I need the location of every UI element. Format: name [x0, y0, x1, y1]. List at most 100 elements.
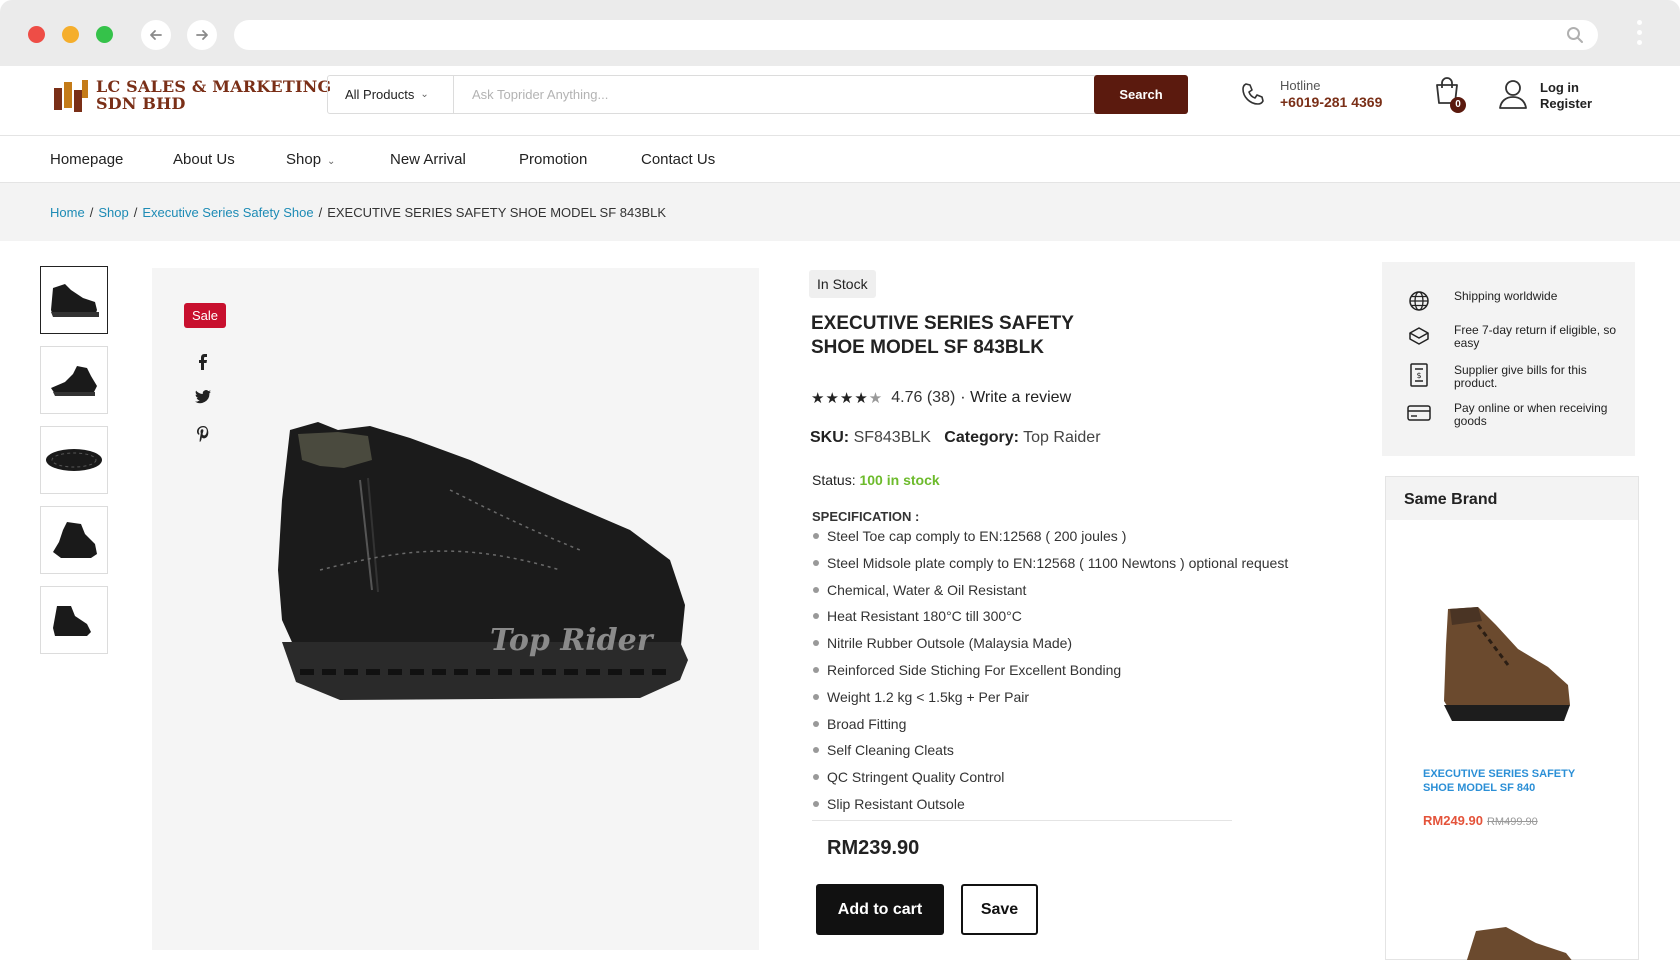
feature-payment: Pay online or when receiving goods: [1406, 402, 1624, 428]
category-value[interactable]: Top Raider: [1023, 429, 1100, 446]
browser-menu-icon[interactable]: [1637, 20, 1643, 50]
product-image-stage[interactable]: Sale Top Rider: [152, 268, 759, 950]
nav-shop-label: Shop: [286, 151, 322, 168]
spec-item: Steel Toe cap comply to EN:12568 ( 200 j…: [812, 526, 1288, 553]
price-divider: [812, 820, 1232, 821]
spec-item: Chemical, Water & Oil Resistant: [812, 580, 1288, 607]
spec-item: Steel Midsole plate comply to EN:12568 (…: [812, 553, 1288, 580]
product-rating: ★★★★★ 4.76 (38) · Write a review: [811, 389, 1071, 407]
related-product-name[interactable]: EXECUTIVE SERIES SAFETY SHOE MODEL SF 84…: [1423, 767, 1603, 795]
maximize-window-button[interactable]: [96, 26, 113, 43]
nav-promotion[interactable]: Promotion: [519, 151, 587, 168]
register-link[interactable]: Register: [1540, 96, 1592, 112]
category-select[interactable]: All Products ⌄: [328, 76, 454, 113]
related-product-price: RM249.90 RM499.90: [1423, 813, 1538, 828]
account-links: Log in Register: [1540, 80, 1592, 112]
add-to-cart-button[interactable]: Add to cart: [816, 884, 944, 935]
company-logo-icon: [54, 80, 88, 112]
return-box-icon: [1406, 324, 1432, 346]
specification-heading: SPECIFICATION :: [812, 509, 920, 524]
breadcrumb-home[interactable]: Home: [50, 205, 85, 220]
related-product-image[interactable]: [1438, 605, 1578, 725]
spec-item: Reinforced Side Stiching For Excellent B…: [812, 660, 1288, 687]
top-rider-watermark: Top Rider: [490, 623, 655, 658]
nav-new-arrival[interactable]: New Arrival: [390, 151, 466, 168]
twitter-icon[interactable]: [194, 390, 212, 409]
phone-icon: [1242, 83, 1264, 105]
address-bar[interactable]: [234, 20, 1598, 50]
same-brand-heading: Same Brand: [1386, 477, 1638, 520]
product-thumbnail[interactable]: [40, 426, 108, 494]
breadcrumb-bar: Home / Shop / Executive Series Safety Shoe / E…: [0, 183, 1680, 241]
feature-bill: $ Supplier give bills for this product.: [1406, 363, 1624, 390]
product-thumbnail[interactable]: [40, 506, 108, 574]
nav-contact-us[interactable]: Contact Us: [641, 151, 715, 168]
browser-window: LC SALES & MARKETING SDN BHD All Product…: [0, 0, 1680, 960]
related-product-image[interactable]: [1456, 923, 1576, 960]
search-bar: All Products ⌄ Search: [327, 75, 1188, 114]
boot-front-thumbnail-image: [53, 522, 97, 558]
stock-status: Status: 100 in stock: [812, 472, 940, 488]
minimize-window-button[interactable]: [62, 26, 79, 43]
specification-list: Steel Toe cap comply to EN:12568 ( 200 j…: [812, 526, 1288, 821]
cart-count-badge: 0: [1450, 97, 1466, 113]
search-icon: [1567, 27, 1583, 43]
logo-line2: SDN BHD: [96, 94, 186, 113]
rating-stars-icon: ★★★★★: [811, 390, 884, 407]
related-product-current-price: RM249.90: [1423, 813, 1483, 828]
boot-angle-thumbnail-image: [51, 366, 97, 396]
boot-side-thumbnail-image: [51, 284, 99, 317]
feature-return: Free 7-day return if eligible, so easy: [1406, 324, 1624, 350]
sku-label: SKU:: [810, 429, 850, 446]
svg-text:$: $: [1416, 371, 1421, 380]
main-navigation: Homepage About Us Shop ⌄ New Arrival Prom…: [0, 137, 1680, 183]
same-brand-panel: Same Brand EXECUTIVE SERIES SAFETY SHOE …: [1385, 476, 1639, 960]
back-button[interactable]: [141, 20, 171, 50]
close-window-button[interactable]: [28, 26, 45, 43]
rating-value: 4.76 (38): [891, 389, 956, 406]
cart-button[interactable]: 0: [1433, 76, 1466, 113]
breadcrumb-shop[interactable]: Shop: [98, 205, 128, 220]
write-review-link[interactable]: · Write a review: [960, 389, 1071, 407]
bill-icon: $: [1406, 363, 1432, 387]
product-thumbnail[interactable]: [40, 266, 108, 334]
facebook-icon[interactable]: [194, 354, 212, 375]
sku-category-row: SKU: SF843BLK Category: Top Raider: [810, 429, 1101, 447]
credit-card-icon: [1406, 402, 1432, 424]
globe-icon: [1406, 290, 1432, 312]
sku-value: SF843BLK: [853, 429, 931, 446]
search-button[interactable]: Search: [1094, 75, 1188, 114]
nav-homepage[interactable]: Homepage: [50, 151, 123, 168]
login-link[interactable]: Log in: [1540, 80, 1592, 96]
boot-back-thumbnail-image: [53, 606, 91, 636]
hotline-number[interactable]: +6019-281 4369: [1280, 94, 1382, 110]
feature-text: Shipping worldwide: [1454, 289, 1558, 303]
hotline-label: Hotline: [1280, 78, 1321, 93]
in-stock-badge: In Stock: [809, 270, 876, 298]
spec-item: Weight 1.2 kg < 1.5kg + Per Pair: [812, 687, 1288, 714]
save-button[interactable]: Save: [961, 884, 1038, 935]
logo-line1: LC SALES & MARKETING: [96, 77, 332, 96]
sale-badge: Sale: [184, 303, 227, 328]
feature-text: Free 7-day return if eligible, so easy: [1454, 323, 1617, 350]
features-box: Shipping worldwide Free 7-day return if …: [1382, 262, 1635, 456]
breadcrumb-current: EXECUTIVE SERIES SAFETY SHOE MODEL SF 84…: [327, 205, 667, 220]
spec-item: Heat Resistant 180°C till 300°C: [812, 606, 1288, 633]
browser-toolbar: [0, 0, 1680, 66]
breadcrumb-category[interactable]: Executive Series Safety Shoe: [142, 205, 313, 220]
product-thumbnail[interactable]: [40, 586, 108, 654]
pinterest-icon[interactable]: [194, 426, 212, 447]
nav-shop[interactable]: Shop ⌄: [286, 151, 335, 168]
product-thumbnail[interactable]: [40, 346, 108, 414]
status-value: 100 in stock: [859, 472, 940, 488]
spec-item: Self Cleaning Cleats: [812, 740, 1288, 767]
forward-button[interactable]: [187, 20, 217, 50]
spec-item: Slip Resistant Outsole: [812, 794, 1288, 821]
search-input[interactable]: [454, 76, 1094, 113]
spec-item: Broad Fitting: [812, 714, 1288, 741]
product-title: EXECUTIVE SERIES SAFETY SHOE MODEL SF 84…: [811, 312, 1111, 360]
user-icon[interactable]: [1498, 78, 1528, 110]
nav-about-us[interactable]: About Us: [173, 151, 235, 168]
company-logo[interactable]: LC SALES & MARKETING SDN BHD: [96, 78, 331, 112]
chevron-down-icon: ⌄: [420, 89, 429, 100]
